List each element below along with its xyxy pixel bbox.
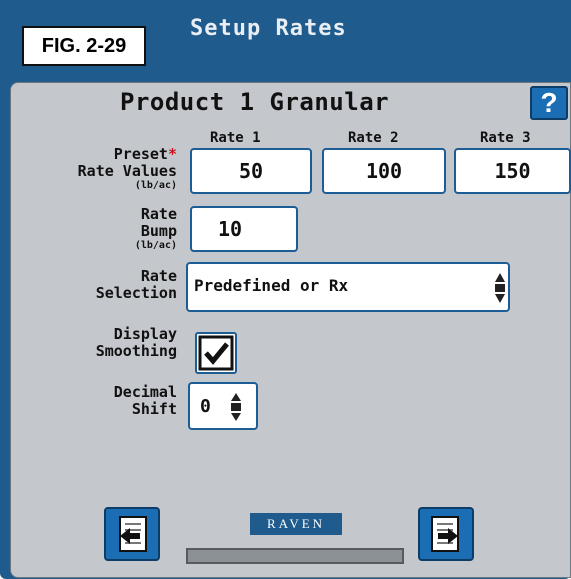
rate-selection-label-line1: Rate: [140, 267, 177, 285]
rate-bump-label-line2: Bump: [140, 222, 177, 240]
next-button[interactable]: [418, 507, 474, 561]
rate-bump-input[interactable]: 10: [190, 206, 298, 252]
rate-selection-value: Predefined or Rx: [194, 276, 349, 295]
figure-label: FIG. 2-29: [22, 26, 146, 66]
stepper-arrows-icon[interactable]: [230, 392, 242, 422]
rate-selection-label-line2: Selection: [95, 284, 177, 302]
rate-bump-label-line1: Rate: [140, 205, 177, 223]
required-mark: *: [167, 145, 177, 163]
rate-selection-label: Rate Selection: [7, 268, 177, 302]
progress-bar: [186, 548, 404, 564]
next-arrow-icon: [431, 516, 459, 552]
preset-label-line1: Preset: [113, 145, 168, 163]
preset-rate-3-input[interactable]: 150: [454, 148, 571, 194]
rate-2-header: Rate 2: [348, 130, 399, 146]
display-smoothing-label: Display Smoothing: [7, 326, 177, 360]
product-title: Product 1 Granular: [120, 88, 390, 116]
preset-unit: (lb/ac): [134, 180, 177, 191]
rate-1-header: Rate 1: [210, 130, 261, 146]
display-smoothing-checkbox[interactable]: [195, 332, 237, 374]
decimal-shift-label-line2: Shift: [131, 400, 177, 418]
decimal-shift-label: Decimal Shift: [27, 384, 177, 418]
display-screen: Setup Rates Product 1 Granular ? Rate 1 …: [0, 0, 571, 579]
preset-rate-2-input[interactable]: 100: [322, 148, 446, 194]
decimal-shift-stepper[interactable]: 0: [188, 382, 258, 430]
rate-bump-unit: (lb/ac): [134, 240, 177, 251]
raven-logo: RAVEN: [250, 513, 342, 535]
rate-selection-dropdown[interactable]: Predefined or Rx: [186, 262, 510, 312]
checkmark-icon: [198, 335, 234, 371]
help-icon: ?: [540, 87, 558, 118]
rate-3-header: Rate 3: [480, 130, 531, 146]
decimal-shift-label-line1: Decimal: [113, 383, 177, 401]
back-arrow-icon: [119, 516, 147, 552]
screen-title: Setup Rates: [190, 16, 347, 41]
spinner-arrows-icon[interactable]: [494, 272, 506, 304]
preset-rate-1-input[interactable]: 50: [190, 148, 312, 194]
back-button[interactable]: [104, 507, 160, 561]
display-smoothing-label-line2: Smoothing: [95, 342, 177, 360]
preset-label-line2: Rate Values: [77, 162, 177, 180]
display-smoothing-label-line1: Display: [113, 325, 177, 343]
decimal-shift-value: 0: [200, 396, 211, 417]
preset-rate-values-label: Preset* Rate Values (lb/ac): [0, 146, 177, 192]
rate-bump-label: Rate Bump (lb/ac): [17, 206, 177, 252]
help-button[interactable]: ?: [530, 86, 568, 120]
